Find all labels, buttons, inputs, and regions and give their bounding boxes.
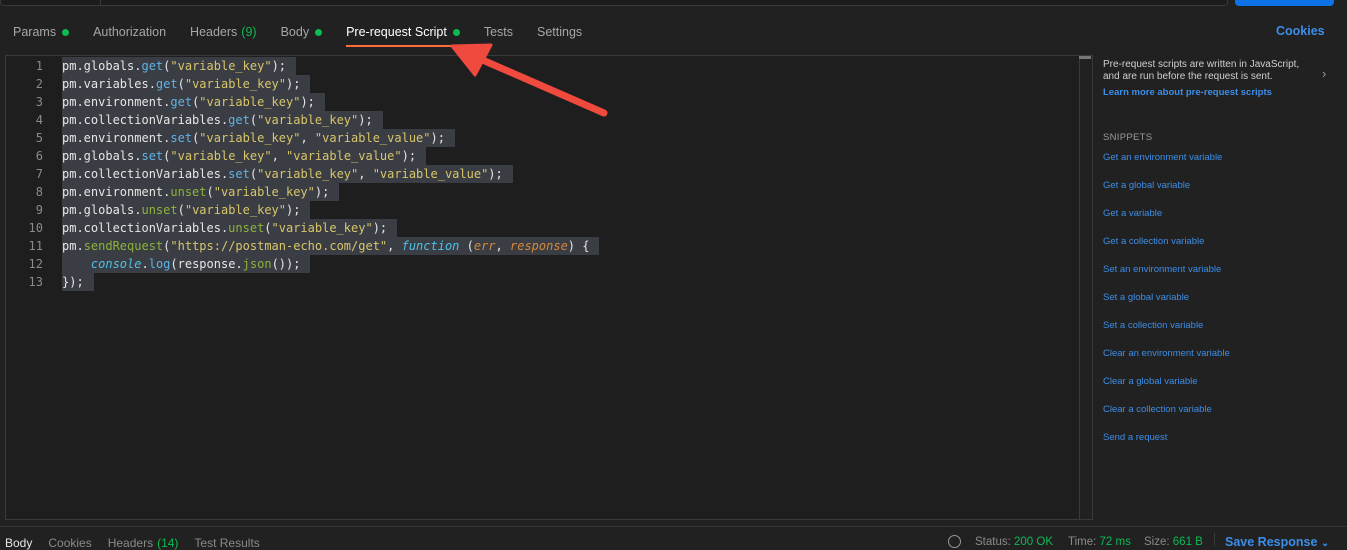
arrow-shaft xyxy=(474,54,608,117)
annotation-arrow xyxy=(450,43,608,117)
